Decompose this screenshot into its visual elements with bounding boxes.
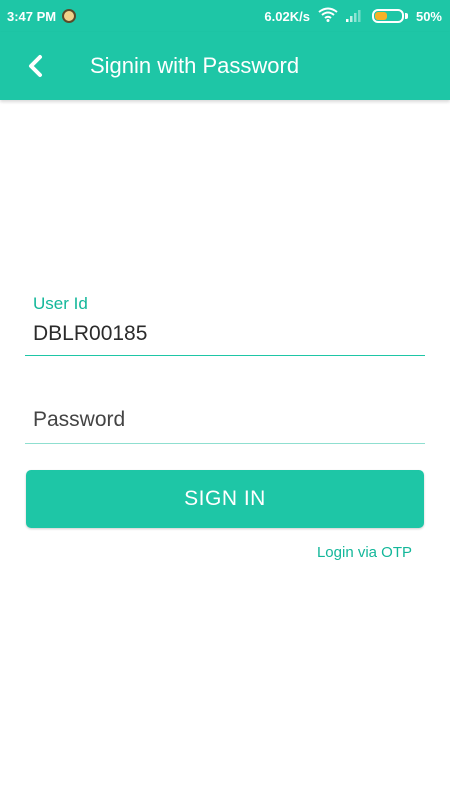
- back-button[interactable]: [0, 32, 70, 100]
- password-field[interactable]: Password: [25, 398, 425, 444]
- status-bar-right: 6.02K/s 50%: [256, 7, 442, 25]
- login-via-otp-link[interactable]: Login via OTP: [317, 544, 412, 561]
- signal-icon: [345, 8, 364, 25]
- chevron-left-icon: [29, 55, 42, 77]
- signin-button[interactable]: SIGN IN: [26, 470, 424, 528]
- battery-percent: 50%: [415, 8, 442, 24]
- status-time: 3:47 PM: [7, 8, 57, 24]
- page-title: Signin with Password: [90, 53, 300, 78]
- app-bar: Signin with Password: [0, 32, 450, 100]
- password-input[interactable]: Password: [33, 408, 125, 432]
- wifi-icon: [318, 7, 338, 25]
- status-bar: 3:47 PM 6.02K/s 50%: [0, 0, 450, 32]
- status-bar-left: 3:47 PM: [7, 8, 77, 24]
- notification-avatar-icon: [62, 9, 77, 23]
- user-id-field[interactable]: User Id DBLR00185: [25, 292, 425, 356]
- battery-icon: [371, 9, 408, 23]
- user-id-input[interactable]: DBLR00185: [33, 322, 147, 346]
- user-id-label: User Id: [33, 294, 88, 313]
- network-speed: 6.02K/s: [264, 8, 310, 24]
